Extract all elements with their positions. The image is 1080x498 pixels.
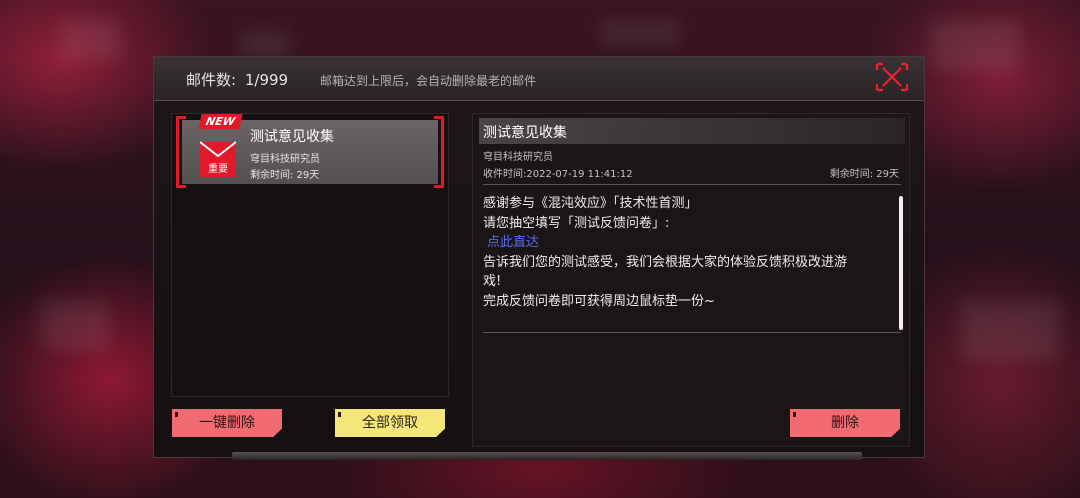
body-line: 请您抽空填写「测试反馈问卷」: bbox=[483, 215, 670, 231]
detail-received-time: 收件时间:2022-07-19 11:41:12 bbox=[483, 169, 633, 180]
new-badge: NEW bbox=[198, 114, 243, 129]
mail-item-sender: 穹目科技研究员 bbox=[250, 154, 320, 165]
selection-bracket-right bbox=[434, 116, 444, 188]
important-tag: 重要 bbox=[200, 163, 236, 177]
mail-item-remaining: 剩余时间: 29天 bbox=[250, 170, 320, 181]
selection-bracket-left bbox=[176, 116, 186, 188]
survey-link[interactable]: 点此直达 bbox=[487, 235, 539, 250]
detail-title: 测试意见收集 bbox=[483, 125, 567, 141]
claim-all-button[interactable]: 全部领取 bbox=[335, 409, 445, 437]
mail-list-panel: NEW 重要 测试意见收集 穹目科技研究员 剩余时间: 29天 bbox=[171, 113, 449, 397]
mail-count: 邮件数: 1/999 bbox=[186, 69, 288, 90]
close-button[interactable] bbox=[872, 59, 912, 95]
detail-sender: 穹目科技研究员 bbox=[483, 152, 553, 163]
mail-count-label: 邮件数: bbox=[186, 71, 237, 89]
dialog-bottom-bar bbox=[232, 452, 862, 460]
body-line: 完成反馈问卷即可获得周边鼠标垫一份~ bbox=[483, 293, 715, 309]
mail-item-title: 测试意见收集 bbox=[250, 129, 334, 145]
mailbox-dialog: 邮件数: 1/999 邮箱达到上限后，会自动删除最老的邮件 NEW 重要 测试意… bbox=[153, 56, 925, 458]
mailbox-limit-note: 邮箱达到上限后，会自动删除最老的邮件 bbox=[320, 74, 537, 88]
body-line: 戏! bbox=[483, 274, 502, 289]
delete-button[interactable]: 删除 bbox=[790, 409, 900, 437]
body-line: 告诉我们您的测试感受，我们会根据大家的体验反馈积极改进游 bbox=[483, 254, 848, 270]
mail-detail-panel: 测试意见收集 穹目科技研究员 收件时间:2022-07-19 11:41:12 … bbox=[472, 113, 910, 447]
close-x-icon bbox=[875, 62, 909, 92]
detail-divider-top bbox=[483, 184, 901, 185]
mailbox-header: 邮件数: 1/999 邮箱达到上限后，会自动删除最老的邮件 bbox=[154, 57, 924, 101]
mail-list-item[interactable]: NEW 重要 测试意见收集 穹目科技研究员 剩余时间: 29天 bbox=[176, 114, 444, 188]
detail-title-bar: 测试意见收集 bbox=[479, 118, 905, 144]
detail-divider-bottom bbox=[483, 332, 901, 333]
delete-all-button[interactable]: 一键删除 bbox=[172, 409, 282, 437]
detail-body: 感谢参与《混沌效应》「技术性首测」 请您抽空填写「测试反馈问卷」: 点此直达 告… bbox=[483, 194, 901, 311]
detail-remaining: 剩余时间: 29天 bbox=[829, 169, 899, 180]
mail-count-value: 1/999 bbox=[244, 71, 289, 89]
detail-scrollbar[interactable] bbox=[899, 196, 903, 330]
body-line: 感谢参与《混沌效应》「技术性首测」 bbox=[483, 196, 698, 211]
